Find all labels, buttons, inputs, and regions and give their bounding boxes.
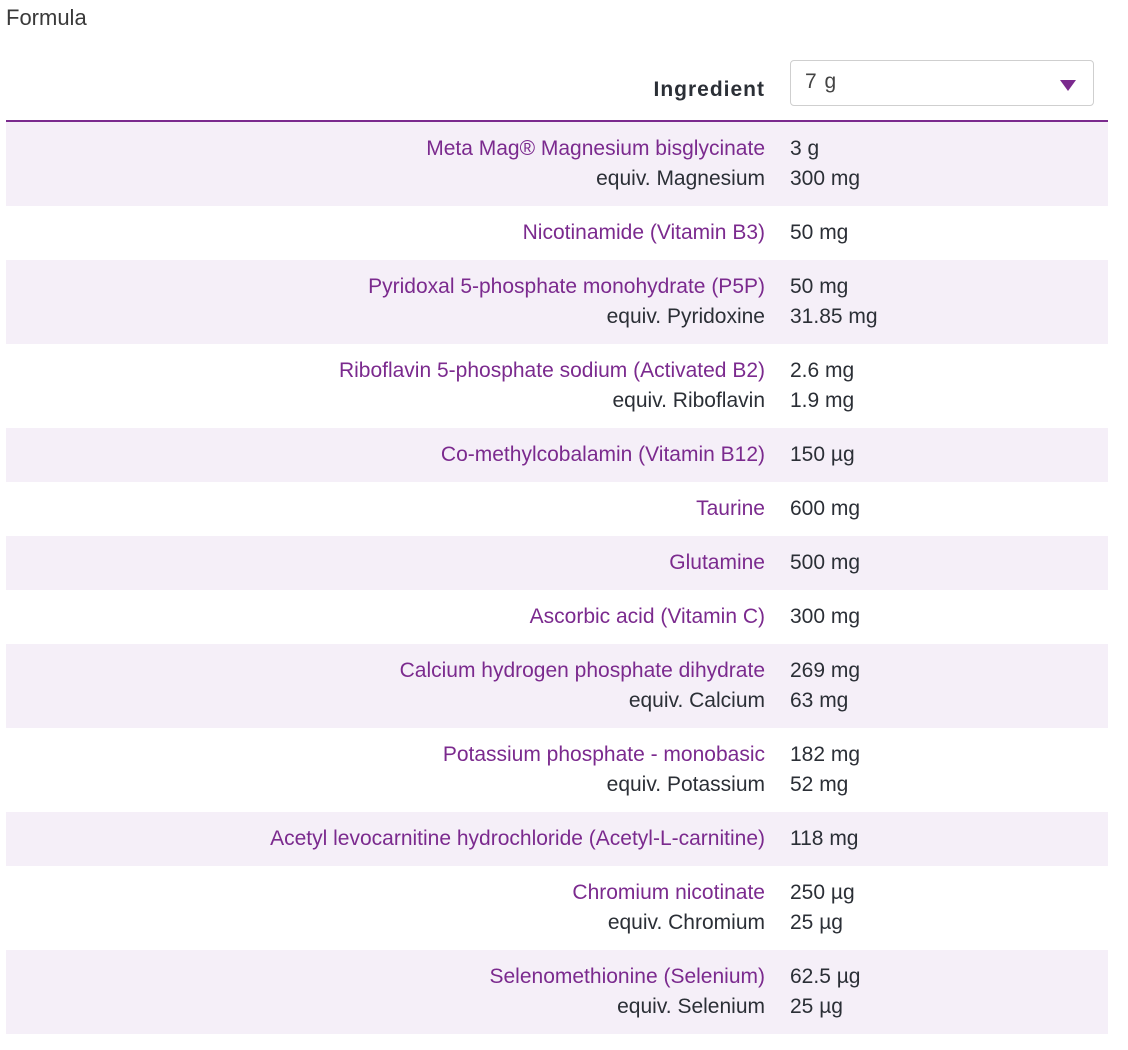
- ingredient-line: Acetyl levocarnitine hydrochloride (Acet…: [6, 824, 1108, 854]
- ingredient-amount: 250 µg: [790, 881, 855, 904]
- ingredient-amount: 269 mg: [790, 659, 861, 682]
- ingredient-amount: 500 mg: [790, 551, 861, 574]
- ingredient-table: Meta Mag® Magnesium bisglycinate 3 g equiv…: [6, 122, 1108, 1034]
- equivalent-name: equiv. Selenium: [617, 995, 765, 1018]
- ingredient-amount: 150 µg: [790, 443, 855, 466]
- dose-select-value: 7 g: [805, 70, 838, 93]
- ingredient-column-label: Ingredient: [653, 78, 765, 101]
- ingredient-name[interactable]: Meta Mag® Magnesium bisglycinate: [6, 134, 765, 164]
- table-row: Ascorbic acid (Vitamin C) 300 mg: [6, 590, 1108, 644]
- ingredient-name[interactable]: Pyridoxal 5-phosphate monohydrate (P5P): [6, 272, 765, 302]
- equivalent-line: equiv. Calcium 63 mg: [6, 686, 1108, 716]
- table-row: Acetyl levocarnitine hydrochloride (Acet…: [6, 812, 1108, 866]
- ingredient-amount: 3 g: [790, 137, 820, 160]
- ingredient-line: Taurine 600 mg: [6, 494, 1108, 524]
- ingredient-name[interactable]: Co-methylcobalamin (Vitamin B12): [6, 440, 765, 470]
- ingredient-name[interactable]: Selenomethionine (Selenium): [6, 962, 766, 992]
- ingredient-line: Selenomethionine (Selenium) 62.5 µg: [6, 962, 1108, 992]
- ingredient-line: Glutamine 500 mg: [6, 548, 1108, 578]
- ingredient-amount: 62.5 µg: [790, 965, 861, 988]
- ingredient-amount: 50 mg: [790, 221, 849, 244]
- ingredient-line: Chromium nicotinate 250 µg: [6, 878, 1108, 908]
- equivalent-line: equiv. Pyridoxine 31.85 mg: [6, 302, 1108, 332]
- ingredient-line: Potassium phosphate - monobasic 182 mg: [6, 740, 1108, 770]
- ingredient-name[interactable]: Ascorbic acid (Vitamin C): [6, 602, 765, 632]
- table-row: Co-methylcobalamin (Vitamin B12) 150 µg: [6, 428, 1108, 482]
- equivalent-amount: 31.85 mg: [790, 305, 878, 328]
- ingredient-name[interactable]: Acetyl levocarnitine hydrochloride (Acet…: [6, 824, 765, 854]
- ingredient-name[interactable]: Nicotinamide (Vitamin B3): [6, 218, 765, 248]
- equivalent-amount: 300 mg: [790, 167, 861, 190]
- table-header: Ingredient 7 g: [6, 58, 1108, 122]
- equivalent-amount: 25 µg: [790, 995, 843, 1018]
- equivalent-line: equiv. Potassium 52 mg: [6, 770, 1108, 800]
- ingredient-amount: 182 mg: [790, 743, 861, 766]
- ingredient-name[interactable]: Riboflavin 5-phosphate sodium (Activated…: [6, 356, 765, 386]
- table-row: Pyridoxal 5-phosphate monohydrate (P5P) 5…: [6, 260, 1108, 344]
- table-row: Nicotinamide (Vitamin B3) 50 mg: [6, 206, 1108, 260]
- table-row: Taurine 600 mg: [6, 482, 1108, 536]
- table-row: Chromium nicotinate 250 µg equiv. Chromium…: [6, 866, 1108, 950]
- ingredient-name[interactable]: Calcium hydrogen phosphate dihydrate: [6, 656, 765, 686]
- equivalent-name: equiv. Chromium: [607, 911, 765, 934]
- ingredient-amount: 118 mg: [790, 827, 859, 850]
- equivalent-amount: 63 mg: [790, 689, 849, 712]
- ingredient-name[interactable]: Glutamine: [6, 548, 765, 578]
- equivalent-amount: 1.9 mg: [790, 389, 855, 412]
- ingredient-line: Meta Mag® Magnesium bisglycinate 3 g: [6, 134, 1108, 164]
- equivalent-amount: 52 mg: [790, 773, 849, 796]
- equivalent-line: equiv. Selenium 25 µg: [6, 992, 1108, 1022]
- equivalent-amount: 25 µg: [790, 911, 843, 934]
- section-title: Formula: [6, 5, 87, 30]
- equivalent-line: equiv. Chromium 25 µg: [6, 908, 1108, 938]
- ingredient-line: Nicotinamide (Vitamin B3) 50 mg: [6, 218, 1108, 248]
- table-row: Meta Mag® Magnesium bisglycinate 3 g equiv…: [6, 122, 1108, 206]
- equivalent-line: equiv. Magnesium 300 mg: [6, 164, 1108, 194]
- equivalent-line: equiv. Riboflavin 1.9 mg: [6, 386, 1108, 416]
- ingredient-amount: 50 mg: [790, 275, 849, 298]
- ingredient-amount: 600 mg: [790, 497, 861, 520]
- table-row: Selenomethionine (Selenium) 62.5 µg equiv.…: [6, 950, 1108, 1034]
- equivalent-name: equiv. Magnesium: [596, 167, 765, 190]
- ingredient-name[interactable]: Taurine: [6, 494, 765, 524]
- ingredient-line: Pyridoxal 5-phosphate monohydrate (P5P) 5…: [6, 272, 1108, 302]
- ingredient-line: Co-methylcobalamin (Vitamin B12) 150 µg: [6, 440, 1108, 470]
- equivalent-name: equiv. Potassium: [606, 773, 765, 796]
- equivalent-name: equiv. Calcium: [628, 689, 765, 712]
- ingredient-line: Calcium hydrogen phosphate dihydrate 269 …: [6, 656, 1108, 686]
- table-row: Calcium hydrogen phosphate dihydrate 269 …: [6, 644, 1108, 728]
- caret-down-icon: [1060, 80, 1076, 91]
- dose-select[interactable]: 7 g: [790, 60, 1094, 106]
- table-row: Glutamine 500 mg: [6, 536, 1108, 590]
- ingredient-name[interactable]: Chromium nicotinate: [6, 878, 765, 908]
- table-row: Potassium phosphate - monobasic 182 mg equ…: [6, 728, 1108, 812]
- equivalent-name: equiv. Pyridoxine: [606, 305, 765, 328]
- ingredient-amount: 2.6 mg: [790, 359, 855, 382]
- ingredient-line: Riboflavin 5-phosphate sodium (Activated…: [6, 356, 1108, 386]
- equivalent-name: equiv. Riboflavin: [612, 389, 765, 412]
- ingredient-name[interactable]: Potassium phosphate - monobasic: [6, 740, 765, 770]
- ingredient-amount: 300 mg: [790, 605, 861, 628]
- table-row: Riboflavin 5-phosphate sodium (Activated…: [6, 344, 1108, 428]
- ingredient-line: Ascorbic acid (Vitamin C) 300 mg: [6, 602, 1108, 632]
